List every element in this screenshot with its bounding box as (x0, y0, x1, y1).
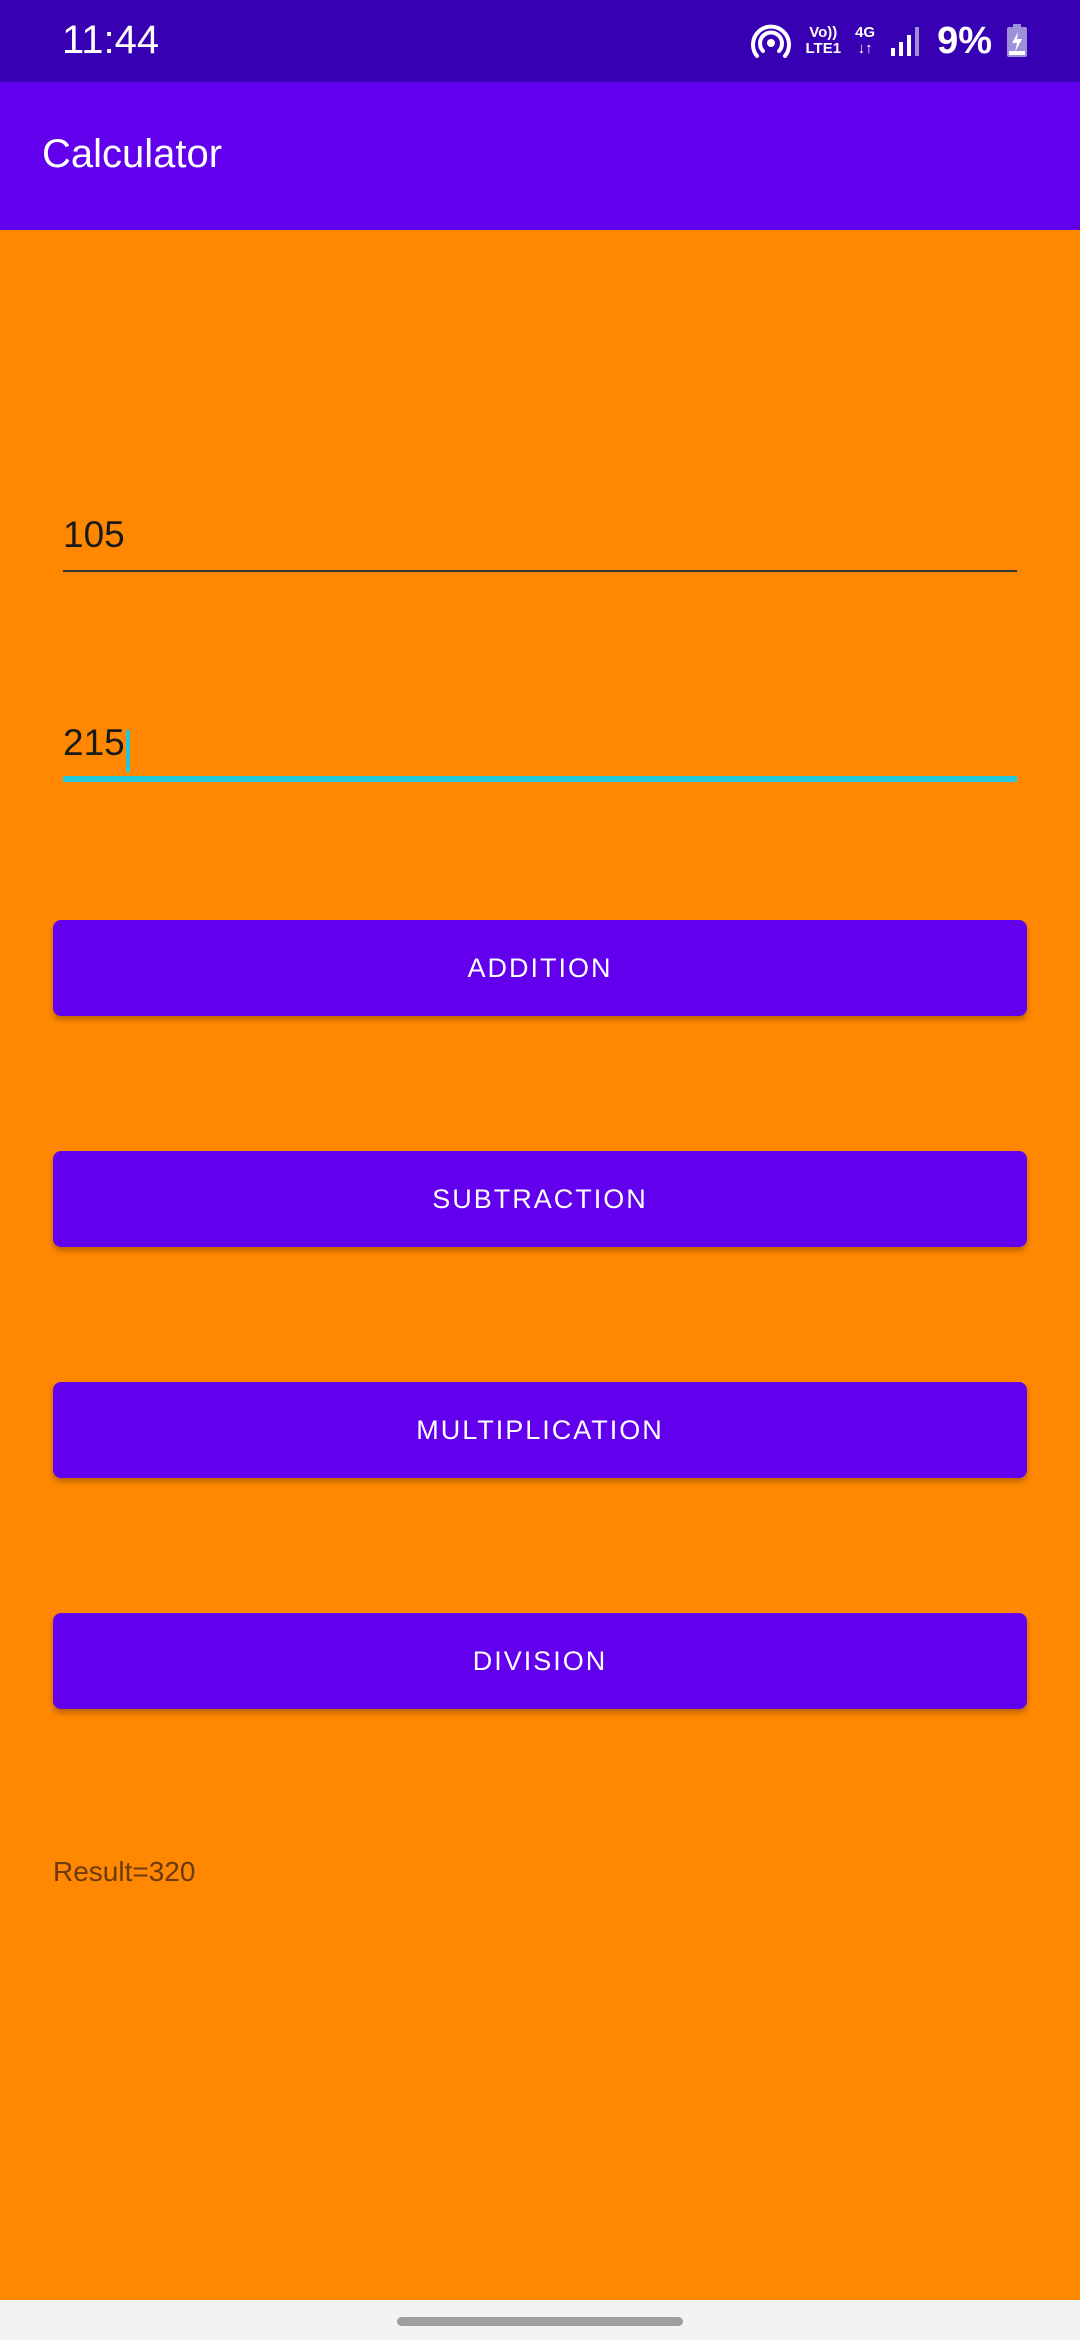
first-number-underline (63, 570, 1017, 572)
home-gesture-handle[interactable] (397, 2317, 683, 2326)
navigation-bar (0, 2300, 1080, 2340)
first-number-value: 105 (63, 514, 125, 555)
network-indicator: 4G ↓↑ (855, 25, 875, 57)
status-bar: 11:44 Vo)) LTE1 4G ↓↑ 9% (0, 0, 1080, 82)
multiplication-button[interactable]: MULTIPLICATION (53, 1382, 1027, 1478)
app-bar: Calculator (0, 82, 1080, 230)
second-number-value: 215 (63, 722, 125, 763)
subtraction-button[interactable]: SUBTRACTION (53, 1151, 1027, 1247)
signal-icon (889, 24, 923, 58)
volte-label: Vo)) (809, 24, 838, 41)
status-icons: Vo)) LTE1 4G ↓↑ 9% (750, 16, 1029, 66)
first-number-input[interactable]: 105 (63, 514, 1017, 572)
second-number-underline (63, 776, 1017, 782)
result-text: Result=320 (53, 1856, 196, 1887)
lte-label: LTE1 (805, 40, 842, 57)
battery-charging-icon (1006, 24, 1028, 58)
volte-indicator: Vo)) LTE1 (806, 25, 842, 57)
second-number-input[interactable]: 215 (63, 722, 1017, 782)
data-arrows-icon: ↓↑ (857, 40, 873, 57)
addition-button[interactable]: ADDITION (53, 920, 1027, 1016)
hotspot-icon (750, 20, 792, 62)
status-time: 11:44 (62, 18, 160, 62)
network-label: 4G (855, 24, 876, 41)
battery-percent: 9% (937, 19, 992, 62)
text-cursor (125, 729, 130, 772)
division-button[interactable]: DIVISION (53, 1613, 1027, 1709)
app-title: Calculator (42, 132, 223, 176)
